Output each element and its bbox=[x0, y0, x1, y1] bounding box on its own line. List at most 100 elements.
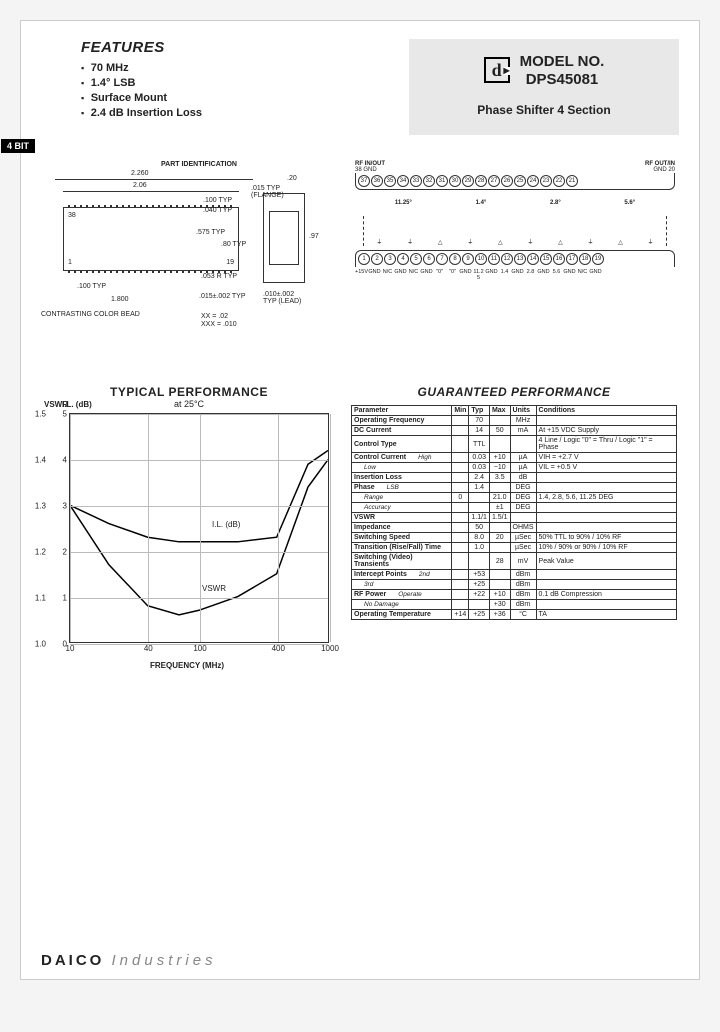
pin-circle: 32 bbox=[423, 175, 435, 187]
pin-circle: 19 bbox=[592, 253, 604, 265]
pin-circle: 1 bbox=[358, 253, 370, 265]
pin-num: 19 bbox=[226, 259, 234, 266]
pin-label: 1.4 bbox=[498, 269, 511, 281]
dim: .80 TYP bbox=[221, 241, 246, 248]
pin-circle: 16 bbox=[553, 253, 565, 265]
bit-badge: 4 BIT bbox=[1, 139, 35, 153]
pin-label: "0" bbox=[446, 269, 459, 281]
pin-circle: 15 bbox=[540, 253, 552, 265]
table-row: Operating Frequency70MHz bbox=[352, 416, 677, 426]
pin-label: 11.25 bbox=[472, 269, 485, 281]
pin-label: GND bbox=[368, 269, 381, 281]
triangle-icon: △ bbox=[438, 239, 443, 246]
performance-table: ParameterMinTypMaxUnitsConditions Operat… bbox=[351, 405, 677, 620]
pin-label: GND bbox=[563, 269, 576, 281]
model-subtitle: Phase Shifter 4 Section bbox=[419, 103, 669, 117]
page-footer: DAICO Industries bbox=[41, 952, 679, 969]
dim: XXX = .010 bbox=[201, 321, 237, 328]
guaranteed-performance-block: GUARANTEED PERFORMANCE ParameterMinTypMa… bbox=[351, 385, 677, 643]
diagram-row: PART IDENTIFICATION 2.260 2.06 38 1 19 .… bbox=[41, 161, 679, 351]
pin-circle: 10 bbox=[475, 253, 487, 265]
pin-circle: 24 bbox=[527, 175, 539, 187]
dim: .100 TYP bbox=[77, 283, 106, 290]
daico-logo-icon: d bbox=[484, 57, 510, 83]
pin-circle: 12 bbox=[501, 253, 513, 265]
dim: CONTRASTING COLOR BEAD bbox=[41, 311, 140, 318]
dim: XX = .02 bbox=[201, 313, 228, 320]
pin-circle: 3 bbox=[384, 253, 396, 265]
bottom-pin-labels: +15VGNDN/CGNDN/CGND"0""0"GND11.25GND1.4G… bbox=[355, 269, 675, 281]
table-row: DC Current1450mAAt +15 VDC Supply bbox=[352, 426, 677, 436]
curve-label: VSWR bbox=[200, 584, 228, 593]
ground-icon: ⏚ bbox=[376, 237, 382, 246]
dim: .100 TYP bbox=[203, 197, 232, 204]
pin-label: 5.6 bbox=[550, 269, 563, 281]
feature-item: 1.4° LSB bbox=[81, 77, 301, 89]
table-row: Switching Speed8.020µSec50% TTL to 90% /… bbox=[352, 533, 677, 543]
dim: 1.800 bbox=[111, 296, 129, 303]
pin-circle: 4 bbox=[397, 253, 409, 265]
pin-label: GND bbox=[420, 269, 433, 281]
pin-circle: 30 bbox=[449, 175, 461, 187]
pin-circle: 31 bbox=[436, 175, 448, 187]
pin-circle: 7 bbox=[436, 253, 448, 265]
brand: DAICO Industries bbox=[41, 952, 217, 969]
connection-diagram: RF IN/OUT RF OUT/IN 38 GND GND 20 373635… bbox=[355, 161, 675, 351]
table-row: Accuracy±1DEG bbox=[352, 503, 677, 513]
pin-label: GND 20 bbox=[653, 167, 675, 173]
package-body: 38 1 19 bbox=[63, 207, 239, 271]
pin-circle: 5 bbox=[410, 253, 422, 265]
table-row: VSWR1.1/11.5/1 bbox=[352, 513, 677, 523]
pin-circle: 37 bbox=[358, 175, 370, 187]
package-outline-drawing: PART IDENTIFICATION 2.260 2.06 38 1 19 .… bbox=[41, 161, 341, 351]
table-row: 3rd+25dBm bbox=[352, 580, 677, 590]
pin-label: N/C bbox=[576, 269, 589, 281]
pin-label: N/C bbox=[381, 269, 394, 281]
pin-label: N/C bbox=[407, 269, 420, 281]
pin-label: GND bbox=[485, 269, 498, 281]
pin-circle: 2 bbox=[371, 253, 383, 265]
pin-circle: 36 bbox=[371, 175, 383, 187]
pin-circle: 22 bbox=[553, 175, 565, 187]
pin-circle: 33 bbox=[410, 175, 422, 187]
section-labels: 11.25° 1.4° 2.8° 5.6° bbox=[363, 200, 667, 206]
features-list: 70 MHz 1.4° LSB Surface Mount 2.4 dB Ins… bbox=[81, 62, 301, 119]
table-row: Range021.0DEG1.4, 2.8, 5.6, 11.25 DEG bbox=[352, 493, 677, 503]
dim: .015 TYP (FLANGE) bbox=[251, 185, 291, 199]
pin-num: 1 bbox=[68, 259, 72, 266]
table-row: Control Current High0.03+10µAVIH = +2.7 … bbox=[352, 453, 677, 463]
dim: .053 R TYP bbox=[201, 273, 237, 280]
table-row: Operating Temperature+14+25+36°CTA bbox=[352, 610, 677, 620]
section: 11.25° bbox=[395, 200, 412, 206]
dim: .010±.002 TYP (LEAD) bbox=[263, 291, 309, 305]
table-row: Phase LSB1.4DEG bbox=[352, 483, 677, 493]
pin-circle: 13 bbox=[514, 253, 526, 265]
feature-item: Surface Mount bbox=[81, 92, 301, 104]
pin-label: 38 GND bbox=[355, 167, 377, 173]
pin-circle: 26 bbox=[501, 175, 513, 187]
model-no-value: DPS45081 bbox=[520, 71, 605, 89]
pin-label: GND bbox=[589, 269, 602, 281]
typical-performance-chart: TYPICAL PERFORMANCE at 25°C VSWR I.L. (d… bbox=[41, 385, 337, 643]
flange-view bbox=[263, 193, 305, 283]
feature-item: 70 MHz bbox=[81, 62, 301, 74]
pin-circle: 27 bbox=[488, 175, 500, 187]
table-row: Insertion Loss2.43.5dB bbox=[352, 473, 677, 483]
pin-label: GND bbox=[537, 269, 550, 281]
brand-bold: DAICO bbox=[41, 952, 104, 969]
chart-title: TYPICAL PERFORMANCE bbox=[41, 385, 337, 399]
table-row: Transition (Rise/Fall) Time1.0µSec10% / … bbox=[352, 543, 677, 553]
part-id-label: PART IDENTIFICATION bbox=[161, 161, 237, 168]
model-no-label: MODEL NO. bbox=[520, 53, 605, 71]
table-row: Impedance50OHMS bbox=[352, 523, 677, 533]
pin-label: GND bbox=[511, 269, 524, 281]
pin-label: +15V bbox=[355, 269, 368, 281]
pin-circle: 25 bbox=[514, 175, 526, 187]
pin-circle: 29 bbox=[462, 175, 474, 187]
pin-circle: 11 bbox=[488, 253, 500, 265]
dim: .20 bbox=[287, 175, 297, 182]
lower-section: TYPICAL PERFORMANCE at 25°C VSWR I.L. (d… bbox=[41, 385, 679, 643]
section: 2.8° bbox=[550, 200, 561, 206]
pin-circle: 6 bbox=[423, 253, 435, 265]
table-row: RF Power Operate+22+10dBm0.1 dB Compress… bbox=[352, 590, 677, 600]
